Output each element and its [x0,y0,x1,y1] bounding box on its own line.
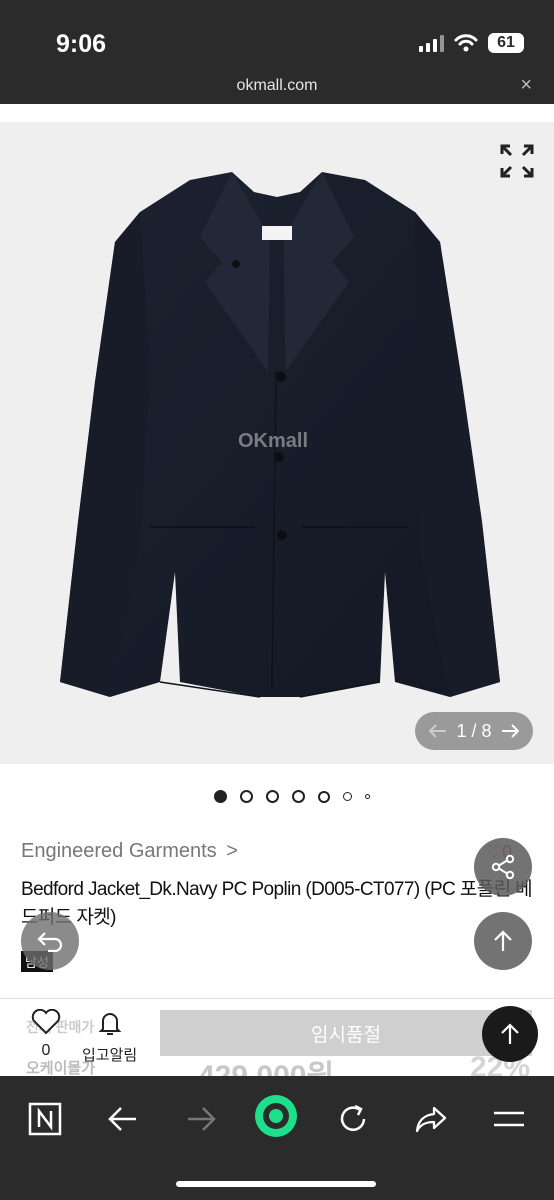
restock-label: 입고알림 [82,1047,138,1064]
status-bar: 9:06 61 okmall.com × [0,0,554,104]
restock-alert-button[interactable]: 입고알림 [82,1009,137,1065]
brand-name: Engineered Garments [21,840,217,862]
clock: 9:06 [56,30,107,58]
status-icons: 61 [419,33,524,53]
wifi-icon [454,34,478,52]
brand-link[interactable]: Engineered Garments > [21,840,238,863]
refresh-button[interactable] [330,1096,376,1142]
url-bar[interactable]: okmall.com [0,77,554,95]
forward-nav-button[interactable] [178,1096,224,1142]
image-counter: 1 / 8 [415,712,533,750]
menu-icon [494,1111,524,1127]
scroll-top-icon [501,1023,519,1044]
pagination-dot[interactable] [318,790,330,803]
counter-total: 8 [481,720,492,741]
pagination-dot[interactable] [343,792,352,801]
share-page-button[interactable] [408,1096,454,1142]
forward-share-icon [415,1106,447,1133]
refresh-icon [340,1104,366,1131]
scroll-top-button-dark[interactable] [482,1006,538,1062]
close-icon[interactable]: × [520,74,532,97]
counter-text: 1 / 8 [456,721,491,742]
pagination-dot[interactable] [365,794,370,799]
share-icon [491,854,515,880]
home-indicator[interactable] [176,1181,376,1187]
arrow-right-icon [188,1107,216,1131]
pagination-dot[interactable] [292,790,305,803]
counter-current: 1 [456,720,467,741]
naver-home-button[interactable] [22,1096,68,1142]
image-pagination [214,790,370,803]
chevron-right-icon: > [226,840,238,862]
product-title: Bedford Jacket_Dk.Navy PC Poplin (D005-C… [21,879,533,928]
back-icon [37,932,63,952]
arrow-left-icon[interactable] [429,724,447,738]
heart-icon [31,1008,61,1035]
pagination-dot[interactable] [266,790,279,803]
pagination-dot[interactable] [240,790,253,803]
soldout-button[interactable]: 임시품절 [160,1010,532,1056]
naver-n-icon [28,1102,62,1136]
green-dot-button[interactable] [252,1092,300,1140]
scroll-top-icon [494,930,512,951]
pagination-dot[interactable] [214,790,227,803]
image-watermark: OKmall [238,430,309,452]
scroll-top-button[interactable] [474,912,532,970]
header-remnant [0,104,554,122]
wish-count: 0 [41,1042,51,1059]
share-button[interactable] [474,838,532,896]
counter-separator: / [471,720,477,741]
arrow-left-icon [108,1107,136,1131]
record-icon [255,1095,297,1137]
battery-icon: 61 [488,33,524,53]
back-nav-button[interactable] [100,1096,146,1142]
product-image[interactable]: OKmall 1 / 8 [0,122,554,764]
purchase-bar: 전체 판매가 오케이몰가 429,000원 22% 0 입고알림 임시품절 [0,998,554,1077]
wish-button[interactable]: 0 [24,1008,68,1060]
arrow-right-icon[interactable] [501,724,519,738]
back-button[interactable] [21,912,79,970]
signal-icon [419,34,444,52]
bell-icon [98,1013,122,1035]
expand-icon[interactable] [500,144,534,178]
menu-button[interactable] [486,1096,532,1142]
